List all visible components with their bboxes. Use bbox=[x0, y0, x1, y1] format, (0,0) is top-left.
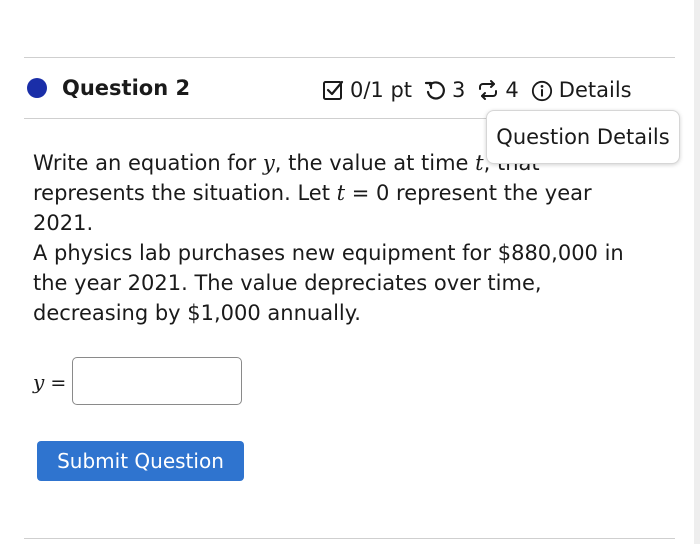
details-link[interactable]: Details bbox=[559, 78, 632, 102]
question-scenario: A physics lab purchases new equipment fo… bbox=[33, 241, 624, 325]
attempts-icon bbox=[477, 79, 499, 101]
retries-count: 3 bbox=[452, 78, 466, 102]
math-var-y: y bbox=[33, 370, 45, 394]
prompt-text: , the value at time bbox=[274, 151, 476, 175]
points-text: 0/1 pt bbox=[350, 78, 413, 102]
answer-input[interactable] bbox=[72, 357, 242, 405]
answer-label: y = bbox=[33, 370, 66, 394]
question-meta: 0/1 pt 3 4 Details bbox=[322, 77, 632, 103]
check-square-icon bbox=[322, 79, 344, 101]
question-details-tooltip: Question Details bbox=[486, 110, 680, 164]
question-title: Question 2 bbox=[62, 76, 191, 100]
math-var-y: y bbox=[262, 151, 275, 175]
submit-question-button[interactable]: Submit Question bbox=[37, 441, 244, 481]
math-var-t: t bbox=[336, 181, 346, 205]
question-status-dot bbox=[27, 78, 47, 98]
retry-icon bbox=[424, 79, 446, 101]
prompt-text: Write an equation for bbox=[33, 151, 263, 175]
page-scrollbar[interactable] bbox=[694, 0, 700, 544]
top-divider bbox=[24, 57, 675, 58]
math-var-t: t bbox=[475, 151, 484, 175]
info-icon[interactable] bbox=[531, 79, 553, 102]
bottom-divider bbox=[24, 538, 675, 539]
equals-sign: = bbox=[44, 372, 67, 394]
attempts-count: 4 bbox=[505, 78, 519, 102]
